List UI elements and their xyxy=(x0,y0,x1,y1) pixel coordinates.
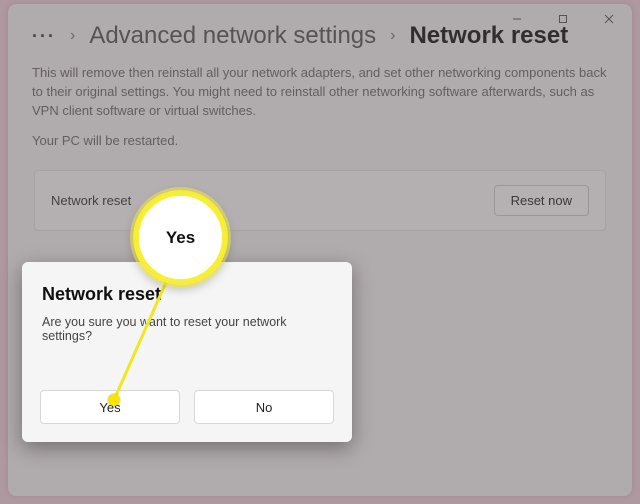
dialog-message: Are you sure you want to reset your netw… xyxy=(42,315,330,343)
dialog-title: Network reset xyxy=(42,284,330,305)
callout-highlight: Yes xyxy=(133,190,228,285)
callout-label: Yes xyxy=(166,228,195,248)
dialog-actions: Yes No xyxy=(22,390,352,442)
confirm-dialog: Network reset Are you sure you want to r… xyxy=(22,262,352,442)
no-button[interactable]: No xyxy=(194,390,334,424)
callout-dot xyxy=(108,394,120,406)
